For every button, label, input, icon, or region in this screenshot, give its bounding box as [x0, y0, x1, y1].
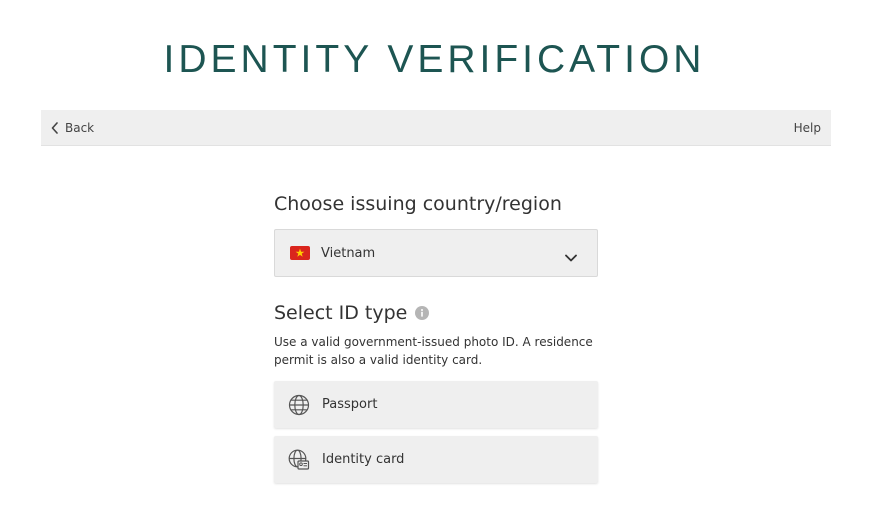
back-label: Back [65, 120, 95, 135]
country-select[interactable]: Vietnam [274, 229, 598, 277]
selected-country: Vietnam [321, 245, 376, 261]
back-button[interactable]: Back [51, 110, 94, 145]
identity-card-label: Identity card [322, 452, 405, 467]
verification-form: Choose issuing country/region Vietnam Se… [274, 190, 598, 483]
passport-option[interactable]: Passport [274, 381, 598, 428]
chevron-down-icon [565, 247, 577, 266]
identity-card-option[interactable]: Identity card [274, 436, 598, 483]
page-title: IDENTITY VERIFICATION [163, 38, 706, 81]
nav-bar: Back Help [41, 110, 831, 146]
chevron-left-icon [51, 121, 59, 134]
globe-icon [288, 394, 310, 416]
passport-label: Passport [322, 397, 378, 412]
id-type-heading-row: Select ID type [274, 299, 598, 327]
id-type-hint: Use a valid government-issued photo ID. … [274, 335, 593, 367]
page: IDENTITY VERIFICATION Back Help Choose i… [0, 0, 869, 525]
id-type-heading: Select ID type [274, 302, 408, 324]
vietnam-flag-icon [290, 246, 310, 260]
help-link[interactable]: Help [794, 110, 821, 145]
info-icon[interactable] [415, 306, 430, 320]
country-heading: Choose issuing country/region [274, 193, 562, 215]
id-card-icon [288, 449, 310, 471]
